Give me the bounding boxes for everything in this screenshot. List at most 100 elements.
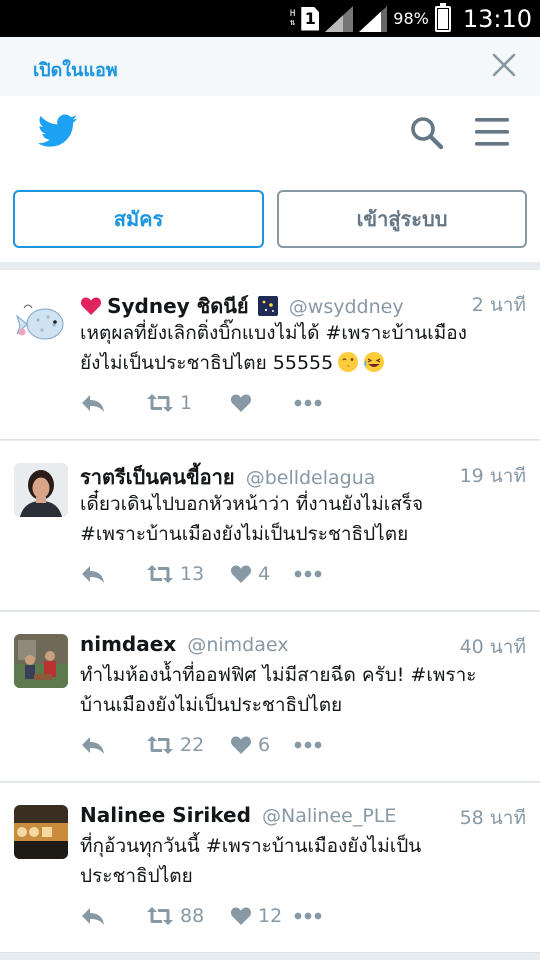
tweet-author-handle[interactable]: @belldelagua xyxy=(246,467,376,489)
more-dots-icon xyxy=(294,570,322,578)
search-icon[interactable] xyxy=(410,116,444,150)
like-count: 4 xyxy=(258,563,271,585)
hamburger-menu-icon[interactable] xyxy=(474,116,510,148)
more-options-button[interactable] xyxy=(294,388,322,418)
reply-button[interactable] xyxy=(80,559,106,589)
retweet-icon xyxy=(147,394,173,412)
retweet-count: 22 xyxy=(180,734,205,756)
tweet-header: Nalinee Siriked @Nalinee_PLE 58 นาที xyxy=(80,803,526,831)
reply-button[interactable] xyxy=(80,388,106,418)
tweet-feed: Sydney ชิดนีย์ @wsyddney 2 นาที เหตุผลที… xyxy=(0,270,540,953)
reply-button[interactable] xyxy=(80,901,106,931)
tweet-text: ทำไมห้องน้ำที่ออฟฟิศ ไม่มีสายฉีด ครับ! #… xyxy=(80,664,477,716)
tweet-header: Sydney ชิดนีย์ @wsyddney 2 นาที xyxy=(80,290,526,318)
avatar[interactable] xyxy=(14,463,68,517)
more-dots-icon xyxy=(294,399,322,407)
like-button[interactable]: 4 xyxy=(230,559,270,589)
status-icons: H ⇅ 1 98% 13:10 xyxy=(290,0,532,37)
signal-strength-icon-sim1 xyxy=(325,5,354,32)
tweet-text: เดี๋ยวเดินไปบอกหัวหน้าว่า ที่งานยังไม่เส… xyxy=(80,493,424,545)
like-count: 12 xyxy=(258,905,283,927)
storefront-avatar-image xyxy=(14,805,68,859)
tweet-timestamp[interactable]: 19 นาที xyxy=(460,461,526,491)
tweet-actions: 1 xyxy=(80,388,526,418)
reply-icon xyxy=(82,908,104,925)
retweet-button[interactable]: 88 xyxy=(146,901,204,931)
clock: 13:10 xyxy=(462,4,532,33)
retweet-count: 13 xyxy=(180,563,205,585)
retweet-button[interactable]: 1 xyxy=(146,388,192,418)
reply-icon xyxy=(82,737,104,754)
whale-avatar-image xyxy=(14,292,68,346)
tweet-header: ราตรีเป็นคนขี้อาย @belldelagua 19 นาที xyxy=(80,461,526,489)
heart-icon xyxy=(230,565,252,583)
battery-percentage: 98% xyxy=(393,9,429,28)
retweet-icon xyxy=(147,736,173,754)
status-bar: H ⇅ 1 98% 13:10 xyxy=(0,0,540,37)
signup-button[interactable]: สมัคร xyxy=(13,190,264,248)
more-options-button[interactable] xyxy=(294,559,322,589)
tweet-text: เหตุผลที่ยังเลิกติ่งบิ๊กแบงไม่ได้ #เพราะ… xyxy=(80,318,526,378)
red-heart-emoji xyxy=(80,297,102,315)
auth-buttons: สมัคร เข้าสู่ระบบ xyxy=(0,172,540,262)
retweet-button[interactable]: 13 xyxy=(146,559,204,589)
tweet-author-name[interactable]: Nalinee Siriked xyxy=(80,803,251,827)
tweet[interactable]: ราตรีเป็นคนขี้อาย @belldelagua 19 นาที เ… xyxy=(0,441,540,611)
night-sky-emoji xyxy=(257,296,278,316)
tweet-timestamp[interactable]: 40 นาที xyxy=(460,632,526,662)
sim-slot-label: 1 xyxy=(304,9,316,28)
tweet-author-name[interactable]: Sydney ชิดนีย์ xyxy=(107,294,249,318)
reply-button[interactable] xyxy=(80,730,106,760)
tweet-author-handle[interactable]: @Nalinee_PLE xyxy=(262,805,396,827)
like-count: 6 xyxy=(258,734,271,756)
close-icon[interactable] xyxy=(492,53,516,77)
laughing-emoji xyxy=(364,352,385,372)
more-options-button[interactable] xyxy=(294,901,322,931)
avatar[interactable] xyxy=(14,292,68,346)
sim-card-icon: 1 xyxy=(301,6,320,31)
tweet-text: ที่กุอ้วนทุกวันนี้ #เพราะบ้านเมืองยังไม่… xyxy=(80,835,422,887)
tweet-author-name[interactable]: ราตรีเป็นคนขี้อาย xyxy=(80,465,235,489)
tweet-actions: 22 6 xyxy=(80,730,526,760)
tweet-author-handle[interactable]: @wsyddney xyxy=(289,296,404,318)
battery-icon xyxy=(434,2,451,32)
woman-portrait-avatar-image xyxy=(14,463,68,517)
retweet-count: 88 xyxy=(180,905,205,927)
avatar[interactable] xyxy=(14,634,68,688)
winking-kiss-emoji xyxy=(338,352,359,372)
group-photo-avatar-image xyxy=(14,634,68,688)
heart-icon xyxy=(230,394,252,412)
twitter-bird-icon[interactable] xyxy=(38,114,78,148)
top-nav xyxy=(0,96,540,172)
more-dots-icon xyxy=(294,741,322,749)
tweet-actions: 88 12 xyxy=(80,901,526,931)
open-in-app-link[interactable]: เปิดในแอพ xyxy=(33,55,118,84)
tweet-author-name[interactable]: nimdaex xyxy=(80,632,176,656)
tweet-timestamp[interactable]: 58 นาที xyxy=(460,803,526,833)
more-options-button[interactable] xyxy=(294,730,322,760)
retweet-count: 1 xyxy=(180,392,193,414)
retweet-icon xyxy=(147,565,173,583)
reply-icon xyxy=(82,395,104,412)
open-in-app-banner: เปิดในแอพ xyxy=(0,37,540,96)
tweet[interactable]: nimdaex @nimdaex 40 นาที ทำไมห้องน้ำที่อ… xyxy=(0,612,540,782)
signal-strength-icon-sim2 xyxy=(359,5,388,32)
like-button[interactable] xyxy=(230,388,258,418)
heart-icon xyxy=(230,736,252,754)
tweet-author-handle[interactable]: @nimdaex xyxy=(187,634,288,656)
tweet-text-content: เหตุผลที่ยังเลิกติ่งบิ๊กแบงไม่ได้ #เพราะ… xyxy=(80,322,467,374)
tweet[interactable]: Nalinee Siriked @Nalinee_PLE 58 นาที ที่… xyxy=(0,783,540,953)
tweet-timestamp[interactable]: 2 นาที xyxy=(472,290,526,320)
avatar[interactable] xyxy=(14,805,68,859)
like-button[interactable]: 6 xyxy=(230,730,270,760)
like-button[interactable]: 12 xyxy=(230,901,282,931)
tweet[interactable]: Sydney ชิดนีย์ @wsyddney 2 นาที เหตุผลที… xyxy=(0,270,540,440)
network-type-indicator: H ⇅ xyxy=(289,9,296,28)
reply-icon xyxy=(82,566,104,583)
more-dots-icon xyxy=(294,912,322,920)
heart-icon xyxy=(230,907,252,925)
login-button[interactable]: เข้าสู่ระบบ xyxy=(277,190,527,248)
retweet-icon xyxy=(147,907,173,925)
data-activity-icon: ⇅ xyxy=(289,17,296,28)
retweet-button[interactable]: 22 xyxy=(146,730,204,760)
